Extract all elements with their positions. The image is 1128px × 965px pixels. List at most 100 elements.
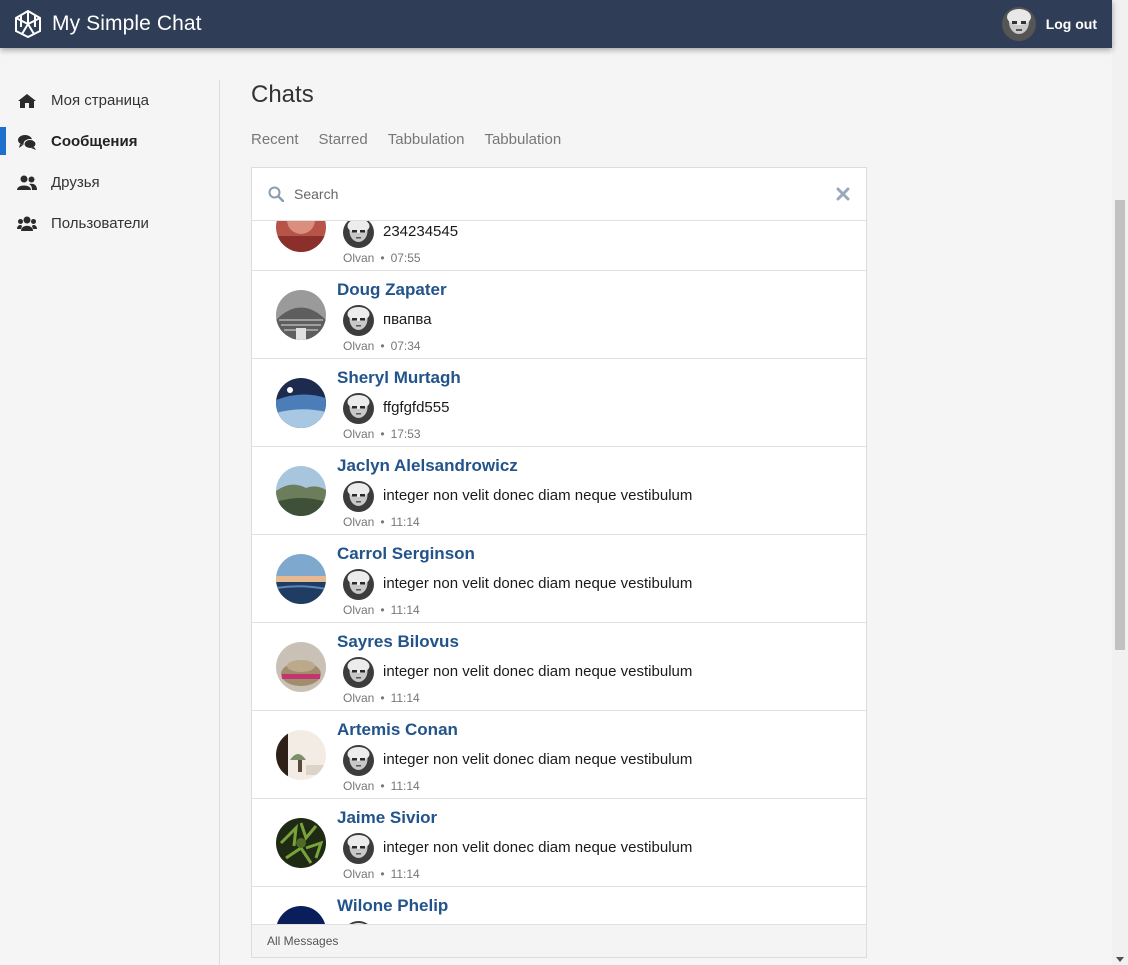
sidebar-item-my-page[interactable]: Моя страница xyxy=(0,80,219,121)
message-meta: Olvan • 11:14 xyxy=(343,515,420,529)
contact-avatar[interactable] xyxy=(276,466,326,516)
sidebar-item-label: Друзья xyxy=(51,174,100,191)
contact-name[interactable]: Artemis Conan xyxy=(337,720,458,740)
message-sender: Olvan xyxy=(343,339,375,353)
chat-list: 234234545 Olvan • 07:55 Doug Zapater пвапв… xyxy=(252,221,866,925)
last-message-text: пвапва xyxy=(383,311,432,328)
message-time: 07:34 xyxy=(390,339,421,353)
last-message-text: integer non velit donec diam neque vesti… xyxy=(383,663,693,680)
page-scrollbar[interactable] xyxy=(1112,0,1128,965)
close-icon[interactable] xyxy=(836,187,850,201)
comments-icon xyxy=(18,134,37,150)
chat-row[interactable]: Jaclyn Alelsandrowicz integer non velit … xyxy=(252,447,866,535)
contact-avatar[interactable] xyxy=(276,554,326,604)
message-sender: Olvan xyxy=(343,427,375,441)
message-sender: Olvan xyxy=(343,691,375,705)
message-time: 17:53 xyxy=(390,427,421,441)
all-messages-footer[interactable]: All Messages xyxy=(252,924,866,957)
chat-row[interactable]: Wilone Phelip integer non velit donec di… xyxy=(252,887,866,925)
message-meta: Olvan • 07:55 xyxy=(343,251,421,265)
message-meta: Olvan • 11:14 xyxy=(343,691,420,705)
sidebar: Моя страница Сообщения Друзья Пользовате… xyxy=(0,80,220,965)
contact-avatar[interactable] xyxy=(276,290,326,340)
chat-row[interactable]: Carrol Serginson integer non velit donec… xyxy=(252,535,866,623)
user-friends-icon xyxy=(17,175,37,190)
message-sender: Olvan xyxy=(343,603,375,617)
contact-name[interactable]: Jaime Sivior xyxy=(337,808,437,828)
search-bar xyxy=(252,168,866,221)
contact-avatar[interactable] xyxy=(276,818,326,868)
sender-avatar xyxy=(343,305,374,336)
contact-avatar[interactable] xyxy=(276,906,326,925)
tab-recent[interactable]: Recent xyxy=(251,130,299,150)
chat-panel: 234234545 Olvan•07:55 Doug Zapater пвапв… xyxy=(251,167,867,958)
app-title: My Simple Chat xyxy=(52,12,202,35)
chat-row[interactable]: Sheryl Murtagh ffgfgfd555 Olvan • 17:53 xyxy=(252,359,866,447)
sidebar-item-label: Пользователи xyxy=(51,215,149,232)
sender-avatar xyxy=(343,569,374,600)
message-sender: Olvan xyxy=(343,867,375,881)
sidebar-item-label: Сообщения xyxy=(51,133,138,150)
sidebar-item-users[interactable]: Пользователи xyxy=(0,203,219,244)
top-navbar: My Simple Chat Log out xyxy=(0,0,1112,48)
tab-tabbulation-2[interactable]: Tabbulation xyxy=(484,130,561,150)
search-input[interactable] xyxy=(294,179,836,209)
contact-name[interactable]: Sayres Bilovus xyxy=(337,632,459,652)
users-icon xyxy=(17,216,37,231)
chat-row[interactable]: Doug Zapater пвапва Olvan • 07:34 xyxy=(252,271,866,359)
message-time: 11:14 xyxy=(390,691,420,705)
message-time: 11:14 xyxy=(390,515,420,529)
last-message-text: integer non velit donec diam neque vesti… xyxy=(383,751,693,768)
main-content: Chats Recent Starred Tabbulation Tabbula… xyxy=(251,80,867,150)
message-meta: Olvan • 11:14 xyxy=(343,603,420,617)
message-time: 11:14 xyxy=(390,867,420,881)
last-message-text: 234234545 xyxy=(383,223,459,240)
contact-name[interactable]: Carrol Serginson xyxy=(337,544,475,564)
message-time: 11:14 xyxy=(390,603,420,617)
contact-avatar[interactable] xyxy=(276,221,326,252)
sender-avatar xyxy=(343,657,374,688)
message-sender: Olvan xyxy=(343,779,375,793)
last-message-text: integer non velit donec diam neque vesti… xyxy=(383,839,693,856)
contact-name[interactable]: Jaclyn Alelsandrowicz xyxy=(337,456,518,476)
message-meta: Olvan • 11:14 xyxy=(343,867,420,881)
logout-link[interactable]: Log out xyxy=(1046,16,1097,32)
chat-row[interactable]: 234234545 Olvan • 07:55 xyxy=(252,221,866,271)
contact-avatar[interactable] xyxy=(276,730,326,780)
message-time: 07:55 xyxy=(390,251,421,265)
chat-row[interactable]: Jaime Sivior integer non velit donec dia… xyxy=(252,799,866,887)
contact-name[interactable]: Wilone Phelip xyxy=(337,896,448,916)
sidebar-item-friends[interactable]: Друзья xyxy=(0,162,219,203)
chat-row[interactable]: Sayres Bilovus integer non velit donec d… xyxy=(252,623,866,711)
scrollbar-thumb[interactable] xyxy=(1115,200,1125,650)
message-meta: Olvan • 11:14 xyxy=(343,779,420,793)
brand-link[interactable]: My Simple Chat xyxy=(14,10,202,38)
message-sender: Olvan xyxy=(343,251,375,265)
tab-tabbulation-1[interactable]: Tabbulation xyxy=(388,130,465,150)
sender-avatar xyxy=(343,833,374,864)
last-message-text: integer non velit donec diam neque vesti… xyxy=(383,575,693,592)
page-title: Chats xyxy=(251,81,314,108)
search-icon xyxy=(268,186,284,202)
contact-name[interactable]: Sheryl Murtagh xyxy=(337,368,461,388)
chat-tabs: Recent Starred Tabbulation Tabbulation xyxy=(251,130,867,150)
last-message-text: integer non velit donec diam neque vesti… xyxy=(383,487,693,504)
scroll-down-arrow-icon[interactable] xyxy=(1116,957,1124,962)
contact-name[interactable]: Doug Zapater xyxy=(337,280,447,300)
message-time: 11:14 xyxy=(390,779,420,793)
sidebar-item-label: Моя страница xyxy=(51,92,149,109)
tab-starred[interactable]: Starred xyxy=(319,130,368,150)
message-meta: Olvan • 17:53 xyxy=(343,427,421,441)
sender-avatar xyxy=(343,221,374,248)
message-meta: Olvan • 07:34 xyxy=(343,339,421,353)
chat-row[interactable]: Artemis Conan integer non velit donec di… xyxy=(252,711,866,799)
message-sender: Olvan xyxy=(343,515,375,529)
last-message-text: ffgfgfd555 xyxy=(383,399,450,416)
contact-avatar[interactable] xyxy=(276,378,326,428)
user-menu: Log out xyxy=(1001,7,1097,41)
user-avatar[interactable] xyxy=(1001,7,1036,41)
app-logo-icon xyxy=(15,10,41,38)
contact-avatar[interactable] xyxy=(276,642,326,692)
sender-avatar xyxy=(343,481,374,512)
sidebar-item-messages[interactable]: Сообщения xyxy=(0,121,219,162)
